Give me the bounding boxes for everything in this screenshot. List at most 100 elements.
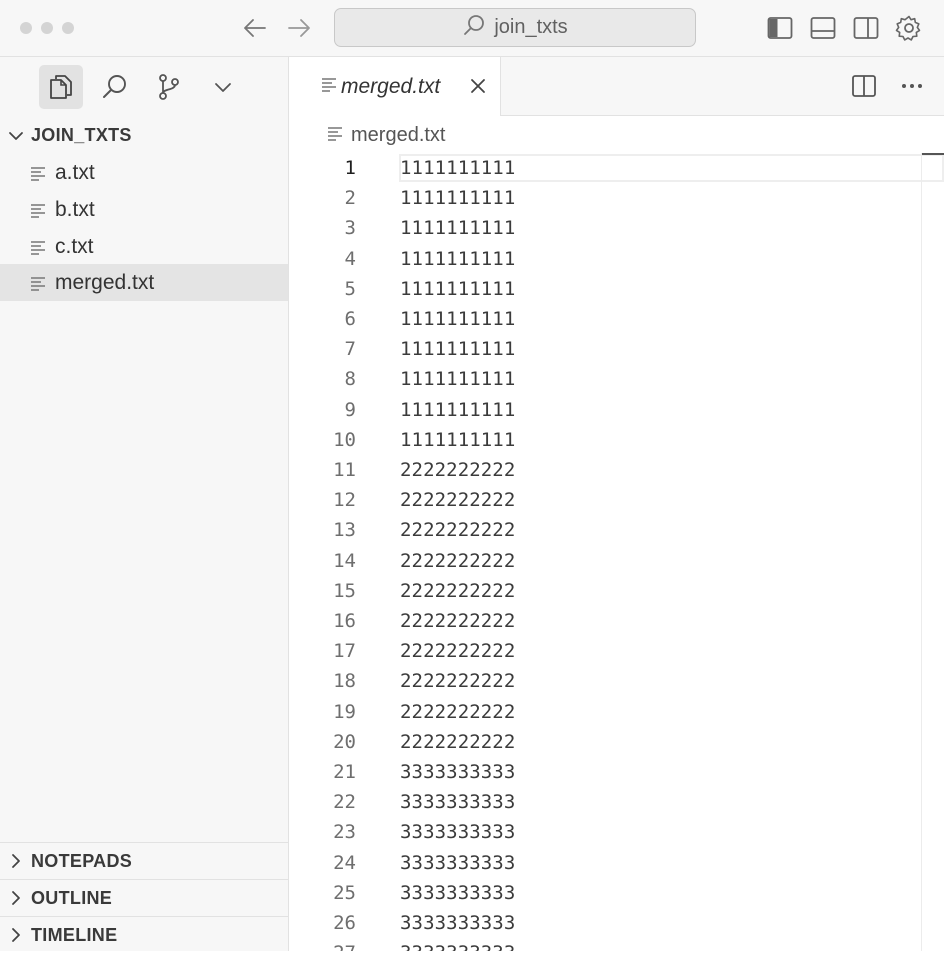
text-file-icon (30, 202, 48, 218)
file-item-b-txt[interactable]: b.txt (0, 191, 288, 228)
settings-gear-icon[interactable] (894, 13, 924, 43)
editor-line[interactable]: 20 2222222222 (289, 727, 944, 757)
editor-line[interactable]: 13 2222222222 (289, 515, 944, 545)
editor-line[interactable]: 1 1111111111 (289, 153, 944, 183)
line-text: 3333333333 (400, 851, 516, 874)
layout-controls (765, 13, 924, 43)
minimize-window-button[interactable] (41, 22, 53, 34)
editor-line[interactable]: 25 3333333333 (289, 878, 944, 908)
file-item-a-txt[interactable]: a.txt (0, 154, 288, 191)
chevron-right-icon (0, 927, 31, 943)
file-name: c.txt (55, 234, 94, 258)
close-icon[interactable] (467, 75, 489, 97)
editor-line[interactable]: 4 1111111111 (289, 244, 944, 274)
line-number: 14 (333, 549, 356, 572)
line-number: 1 (344, 157, 356, 180)
line-number: 20 (333, 730, 356, 753)
explorer-files-icon[interactable] (39, 65, 83, 109)
file-name: merged.txt (55, 270, 155, 294)
editor-line[interactable]: 12 2222222222 (289, 485, 944, 515)
editor-line[interactable]: 3 1111111111 (289, 213, 944, 243)
file-item-merged-txt[interactable]: merged.txt (0, 264, 288, 301)
editor-line[interactable]: 2 1111111111 (289, 183, 944, 213)
text-editor[interactable]: 1 1111111111 2 1111111111 3 1111111111 4 111111… (289, 153, 944, 951)
line-text: 1111111111 (400, 277, 516, 300)
line-text: 3333333333 (400, 942, 515, 951)
line-number: 15 (333, 579, 356, 602)
line-text: 1111111111 (400, 247, 516, 270)
file-item-c-txt[interactable]: c.txt (0, 228, 288, 265)
timeline-title: TIMELINE (31, 924, 118, 945)
line-text: 1111111111 (400, 157, 516, 180)
explorer-section-header[interactable]: JOIN_TXTS (0, 117, 288, 154)
editor-line[interactable]: 6 1111111111 (289, 304, 944, 334)
line-number: 5 (344, 277, 356, 300)
editor-line[interactable]: 23 3333333333 (289, 817, 944, 847)
editor-line[interactable]: 11 2222222222 (289, 455, 944, 485)
notepads-title: NOTEPADS (31, 850, 133, 871)
file-name: a.txt (55, 160, 95, 184)
editor-line[interactable]: 8 1111111111 (289, 364, 944, 394)
editor-line[interactable]: 14 2222222222 (289, 546, 944, 576)
text-file-icon (321, 76, 337, 97)
tab-merged-txt[interactable]: merged.txt (289, 57, 501, 116)
line-number: 4 (344, 247, 356, 270)
source-control-icon[interactable] (147, 65, 191, 109)
line-number: 17 (333, 640, 356, 663)
title-bar: join_txts (0, 0, 944, 57)
line-text: 1111111111 (400, 428, 516, 451)
editor-line[interactable]: 10 1111111111 (289, 425, 944, 455)
chevron-down-icon (0, 130, 31, 142)
timeline-section-header[interactable]: TIMELINE (0, 916, 288, 953)
editor-line[interactable]: 22 3333333333 (289, 787, 944, 817)
line-number: 7 (344, 338, 356, 361)
line-number: 21 (333, 761, 356, 784)
line-text: 2222222222 (400, 670, 516, 693)
zoom-window-button[interactable] (62, 22, 74, 34)
command-center-search[interactable]: join_txts (334, 8, 696, 47)
line-text: 3333333333 (400, 761, 516, 784)
editor-line[interactable]: 19 2222222222 (289, 697, 944, 727)
command-center-label: join_txts (494, 16, 568, 38)
breadcrumb[interactable]: merged.txt (289, 116, 944, 154)
toggle-secondary-sidebar-icon[interactable] (851, 13, 881, 43)
line-text: 2222222222 (400, 700, 516, 723)
editor-line[interactable]: 17 2222222222 (289, 636, 944, 666)
editor-line[interactable]: 21 3333333333 (289, 757, 944, 787)
notepads-section-header[interactable]: NOTEPADS (0, 842, 288, 879)
editor-line[interactable]: 7 1111111111 (289, 334, 944, 364)
editor-line[interactable]: 18 2222222222 (289, 666, 944, 696)
line-number: 3 (344, 217, 356, 240)
editor-line[interactable]: 26 3333333333 (289, 908, 944, 938)
editor-line[interactable]: 9 1111111111 (289, 395, 944, 425)
line-number: 11 (333, 459, 356, 482)
toggle-panel-icon[interactable] (808, 13, 838, 43)
file-name: b.txt (55, 197, 95, 221)
line-number: 16 (333, 610, 356, 633)
line-text: 1111111111 (400, 187, 516, 210)
search-icon (462, 13, 486, 42)
editor-tab-bar: merged.txt (289, 57, 944, 116)
editor-line[interactable]: 5 1111111111 (289, 274, 944, 304)
line-number: 12 (333, 489, 356, 512)
editor-line[interactable]: 15 2222222222 (289, 576, 944, 606)
forward-arrow-icon[interactable] (284, 14, 314, 42)
editor-line[interactable]: 27 3333333333 (289, 938, 944, 951)
line-text: 2222222222 (400, 489, 516, 512)
line-number: 24 (333, 851, 356, 874)
editor-line[interactable]: 24 3333333333 (289, 848, 944, 878)
outline-title: OUTLINE (31, 887, 113, 908)
more-chevron-icon[interactable] (201, 65, 245, 109)
more-actions-icon[interactable] (898, 72, 926, 100)
line-text: 3333333333 (400, 821, 516, 844)
outline-section-header[interactable]: OUTLINE (0, 879, 288, 916)
editor-line[interactable]: 16 2222222222 (289, 606, 944, 636)
text-file-icon (30, 165, 48, 181)
close-window-button[interactable] (20, 22, 32, 34)
split-editor-icon[interactable] (850, 72, 878, 100)
toggle-primary-sidebar-icon[interactable] (765, 13, 795, 43)
text-file-icon (30, 239, 48, 255)
search-icon[interactable] (93, 65, 137, 109)
line-number: 22 (333, 791, 356, 814)
back-arrow-icon[interactable] (240, 14, 270, 42)
